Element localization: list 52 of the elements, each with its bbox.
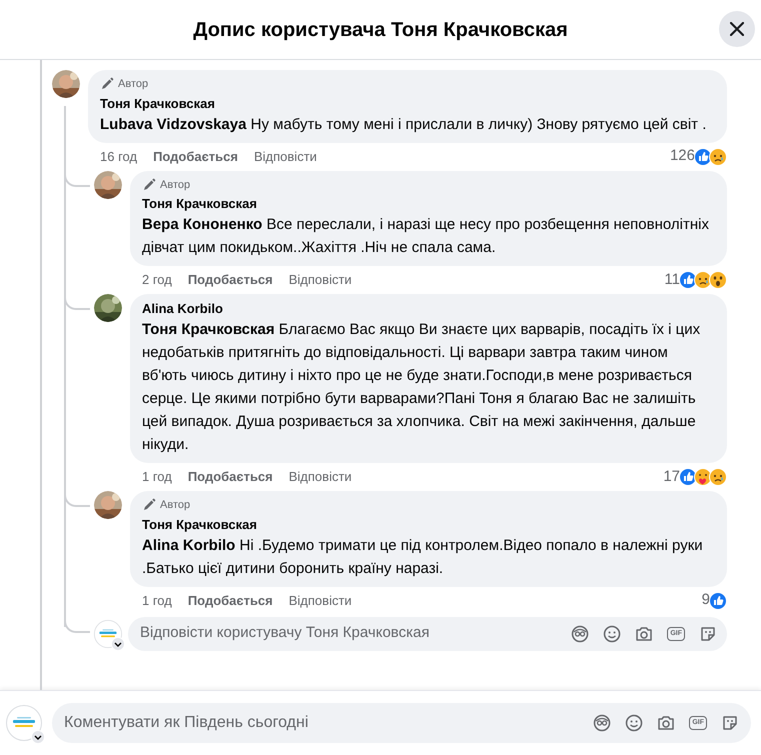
avatar-sticker-icon[interactable]	[593, 714, 612, 732]
reaction-count[interactable]: 17	[663, 466, 680, 488]
comment-text: Lubava Vidzovskaya Ну мабуть тому мені і прислали в личку) Знову рятуємо цей світ .	[100, 114, 708, 134]
mention-link[interactable]: Вера Кононенко	[142, 216, 262, 233]
emoji-icon[interactable]	[625, 714, 644, 732]
mention-link[interactable]: Lubava Vidzovskaya	[100, 116, 246, 132]
comment-time[interactable]: 1 год	[142, 590, 172, 610]
mention-link[interactable]: Тоня Крачковская	[142, 321, 275, 338]
reply-link[interactable]: Відповісти	[254, 146, 317, 166]
like-link[interactable]: Подобається	[153, 146, 238, 166]
commenter-name[interactable]: Alina Korbilo	[142, 300, 715, 318]
page-logo-avatar	[6, 705, 42, 741]
comment-text: Alina Korbilo Ні .Будемо тримати це під контролем.Відео попало в належні руки .Батько цієї дитини боронить країну наразі.	[142, 536, 704, 578]
commenter-name[interactable]: Тоня Крачковская	[142, 516, 715, 534]
chevron-down-icon[interactable]	[111, 636, 125, 650]
sad-reaction-icon	[709, 148, 727, 166]
reaction-count[interactable]: 126	[670, 145, 695, 168]
comment-time[interactable]: 1 год	[142, 467, 172, 487]
reaction-count[interactable]: 9	[702, 589, 710, 612]
reply-link[interactable]: Відповісти	[288, 467, 352, 487]
close-icon	[730, 22, 744, 36]
pen-icon	[142, 178, 156, 192]
like-link[interactable]: Подобається	[188, 467, 273, 487]
avatar-sticker-icon[interactable]	[571, 624, 590, 642]
wow-reaction-icon	[709, 271, 727, 289]
camera-icon[interactable]	[657, 714, 676, 732]
emoji-icon[interactable]	[603, 624, 622, 642]
sticker-icon[interactable]	[699, 624, 717, 642]
sad-reaction-icon	[709, 468, 727, 486]
commenter-name[interactable]: Тоня Крачковская	[100, 94, 715, 112]
commenter-name[interactable]: Тоня Крачковская	[142, 195, 715, 213]
comment-text: Вера Кононенко Все переслали, і наразі ще несу про розбещення неповнолітніх дівчат цим покидьком..Жахіття .Ніч не спала сама.	[142, 215, 710, 258]
comment-time[interactable]: 16 год	[100, 146, 138, 166]
reaction-count[interactable]: 11	[664, 268, 680, 292]
comment-time[interactable]: 2 год	[142, 270, 172, 290]
dialog-title: Допис користувача Тоня Крачковская	[193, 18, 568, 42]
pen-icon	[142, 498, 156, 512]
sticker-icon[interactable]	[721, 714, 739, 732]
close-button[interactable]	[719, 11, 755, 47]
reply-link[interactable]: Відповісти	[288, 590, 352, 610]
author-label: Автор	[160, 498, 190, 513]
pen-icon	[100, 77, 114, 92]
camera-icon[interactable]	[635, 624, 654, 642]
author-label: Автор	[118, 77, 148, 92]
chevron-down-icon[interactable]	[31, 730, 45, 744]
author-label: Автор	[160, 178, 190, 192]
like-reaction-icon	[709, 592, 727, 610]
mention-link[interactable]: Alina Korbilo	[142, 536, 236, 554]
comment-text: Тоня Крачковская Благаємо Вас якщо Ви знаєте цих варварів, посадіть їх і цих недобатьків притягніть до відповідальності. Ці варвари завтра таким чином вб'ють чиюсь дитину і ніхто про це не буде знати.Господи,в мене розривається серце. Це якими потрібно бути варварами?Пані Тоня я благаю Вас не залишіть цей випадок. Душа розривається за хлопчика. Світ на межі закінчення, дальше нікуди.	[142, 320, 702, 455]
reply-link[interactable]: Відповісти	[288, 270, 352, 290]
like-link[interactable]: Подобається	[188, 270, 273, 290]
like-link[interactable]: Подобається	[188, 590, 273, 610]
